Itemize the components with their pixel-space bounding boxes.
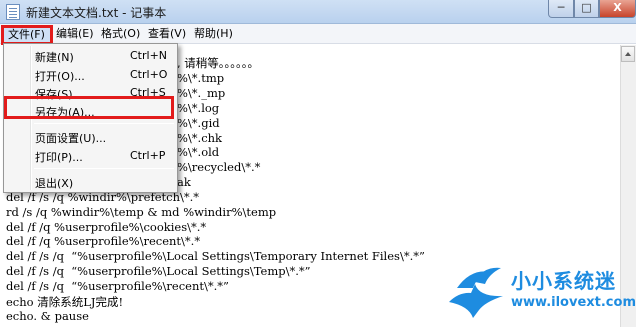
menu-separator bbox=[34, 123, 174, 124]
menu-item-label: 打开(O)... bbox=[35, 70, 85, 83]
menu-item-label: 新建(N) bbox=[35, 51, 74, 64]
minimize-button[interactable]: ─ bbox=[548, 0, 574, 18]
code-line: %\*.old bbox=[177, 145, 220, 159]
logo-icon bbox=[449, 267, 503, 318]
menu-item-shortcut: Ctrl+O bbox=[130, 68, 168, 81]
menu-item-shortcut: Ctrl+N bbox=[130, 49, 168, 62]
menu-item-new[interactable]: 新建(N) Ctrl+N bbox=[6, 46, 176, 66]
logo-name: 小小系统迷 bbox=[511, 269, 616, 293]
maximize-button[interactable]: □ bbox=[574, 0, 599, 18]
code-line: echo. & pause bbox=[6, 309, 89, 323]
code-line: del /f /q %userprofile%\recent\*.* bbox=[6, 234, 201, 248]
logo-url: www.ilovext.com bbox=[511, 295, 636, 310]
watermark-logo: 小小系统迷 www.ilovext.com bbox=[445, 262, 636, 324]
menu-item-label: 退出(X) bbox=[35, 177, 74, 190]
code-line: , 请稍等。。。。。。 bbox=[177, 56, 260, 70]
code-line: %\*._mp bbox=[177, 86, 226, 100]
menu-item-page-setup[interactable]: 页面设置(U)... bbox=[6, 127, 176, 147]
menu-view[interactable]: 查看(V) bbox=[144, 26, 190, 43]
close-button[interactable]: X bbox=[599, 0, 636, 18]
code-line: del /f /q %userprofile%\cookies\*.* bbox=[6, 220, 207, 234]
code-line: %\*.chk bbox=[177, 131, 223, 145]
menu-item-print[interactable]: 打印(P)... Ctrl+P bbox=[6, 146, 176, 166]
scroll-up-arrow-icon[interactable] bbox=[621, 46, 635, 62]
menu-bar: 文件(F) 编辑(E) 格式(O) 查看(V) 帮助(H) bbox=[0, 24, 636, 44]
title-bar: 新建文本文档.txt - 记事本 bbox=[0, 0, 636, 24]
menu-item-label: 打印(P)... bbox=[35, 151, 83, 164]
menu-edit[interactable]: 编辑(E) bbox=[52, 26, 98, 43]
menu-item-shortcut: Ctrl+P bbox=[130, 149, 166, 162]
menu-item-label: 页面设置(U)... bbox=[35, 132, 107, 145]
code-line: %\*.log bbox=[177, 101, 220, 115]
code-line: del /f /s /q “%userprofile%\recent\*.*” bbox=[6, 279, 229, 293]
code-line: %\*.tmp bbox=[177, 71, 225, 85]
code-line: del /f /s /q “%userprofile%\Local Settin… bbox=[6, 264, 311, 278]
code-line: %\*.gid bbox=[177, 116, 220, 130]
code-line: %\recycled\*.* bbox=[177, 160, 261, 174]
notepad-icon bbox=[6, 4, 20, 20]
code-line: del /f /s /q “%userprofile%\Local Settin… bbox=[6, 249, 425, 263]
code-line: ak bbox=[177, 175, 191, 189]
code-line: echo 清除系统LJ完成! bbox=[6, 295, 124, 309]
menu-separator bbox=[34, 168, 174, 169]
menu-help[interactable]: 帮助(H) bbox=[190, 26, 237, 43]
menu-item-open[interactable]: 打开(O)... Ctrl+O bbox=[6, 65, 176, 85]
menu-format[interactable]: 格式(O) bbox=[97, 26, 144, 43]
code-line: rd /s /q %windir%\temp & md %windir%\tem… bbox=[6, 205, 277, 219]
highlight-box-file bbox=[1, 25, 53, 45]
menu-item-exit[interactable]: 退出(X) bbox=[6, 172, 176, 192]
window-title: 新建文本文档.txt - 记事本 bbox=[26, 6, 167, 20]
highlight-box-save-as bbox=[4, 96, 174, 119]
